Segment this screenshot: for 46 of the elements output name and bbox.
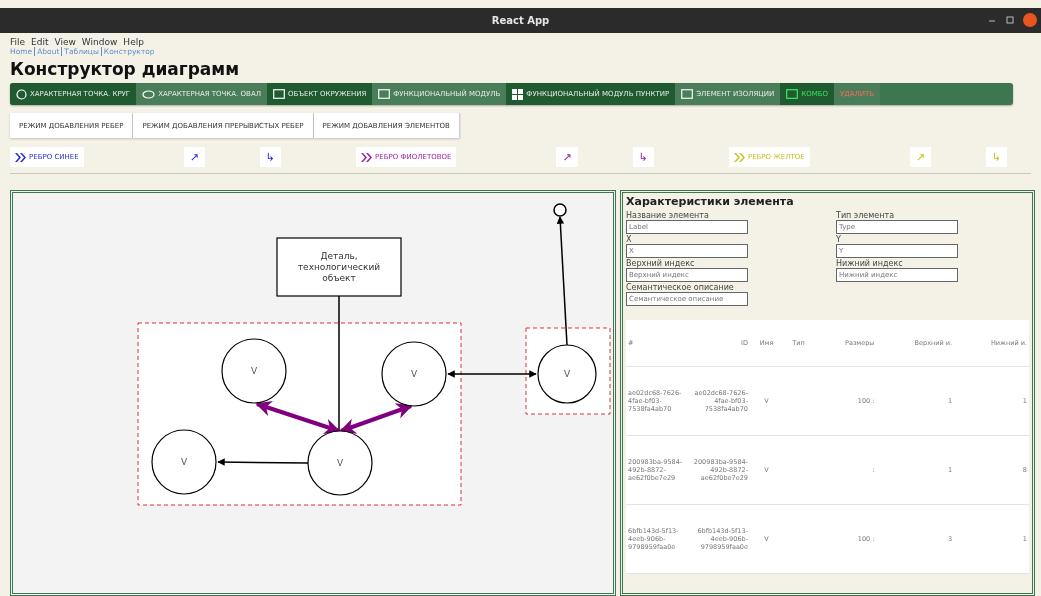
- node-label: V: [336, 458, 344, 468]
- close-icon[interactable]: [1023, 13, 1037, 27]
- node-label: V: [410, 369, 418, 379]
- terminal-node[interactable]: [553, 203, 567, 217]
- arrow-button[interactable]: ↳: [259, 147, 282, 167]
- field-label: Верхний индекс: [626, 259, 695, 268]
- node-circle[interactable]: [221, 338, 287, 404]
- node-label: V: [180, 457, 188, 467]
- menu-item[interactable]: Window: [81, 37, 118, 47]
- node-label: V: [250, 366, 258, 376]
- square-icon: [681, 89, 694, 99]
- node-label: V: [563, 369, 571, 379]
- panel-title: Характеристики элемента: [626, 195, 795, 208]
- field-label: Семантическое описание: [626, 283, 734, 292]
- square-icon: [378, 89, 391, 99]
- square-icon: [272, 89, 285, 99]
- node-circle[interactable]: [381, 341, 447, 407]
- window-title: React App: [491, 15, 550, 26]
- field-label: Нижний индекс: [836, 259, 903, 268]
- node-circle[interactable]: [151, 429, 217, 495]
- node-circle[interactable]: [307, 430, 373, 496]
- field-label: Y: [836, 235, 841, 244]
- oval-icon: [142, 89, 156, 99]
- arrow-button[interactable]: ↗: [556, 147, 578, 167]
- field-label: X: [626, 235, 632, 244]
- grid-icon: [512, 88, 524, 100]
- arrow-button[interactable]: ↳: [632, 147, 654, 167]
- square-icon: [786, 89, 799, 99]
- maximize-icon[interactable]: [1005, 15, 1015, 25]
- entity-block[interactable]: [276, 237, 402, 297]
- edge-arrow[interactable]: [447, 370, 537, 378]
- entity-label: Деталь, технологический объект: [296, 250, 382, 284]
- edge-arrow[interactable]: [556, 216, 568, 346]
- menu-item[interactable]: File: [10, 37, 26, 47]
- circle-icon: [16, 88, 27, 100]
- page-heading: Конструктор диаграмм: [10, 59, 241, 79]
- field-label: Название элемента: [626, 211, 709, 220]
- edge-arrow[interactable]: [339, 403, 413, 434]
- field-label: Тип элемента: [836, 211, 895, 220]
- arrow-button[interactable]: ↗: [183, 147, 205, 167]
- node-circle[interactable]: [537, 344, 597, 404]
- menu-item[interactable]: View: [54, 37, 76, 47]
- menu-item[interactable]: Edit: [31, 37, 49, 47]
- edge-arrow[interactable]: [255, 400, 341, 435]
- menu-item[interactable]: Help: [123, 37, 144, 47]
- edge-arrow[interactable]: [217, 458, 309, 466]
